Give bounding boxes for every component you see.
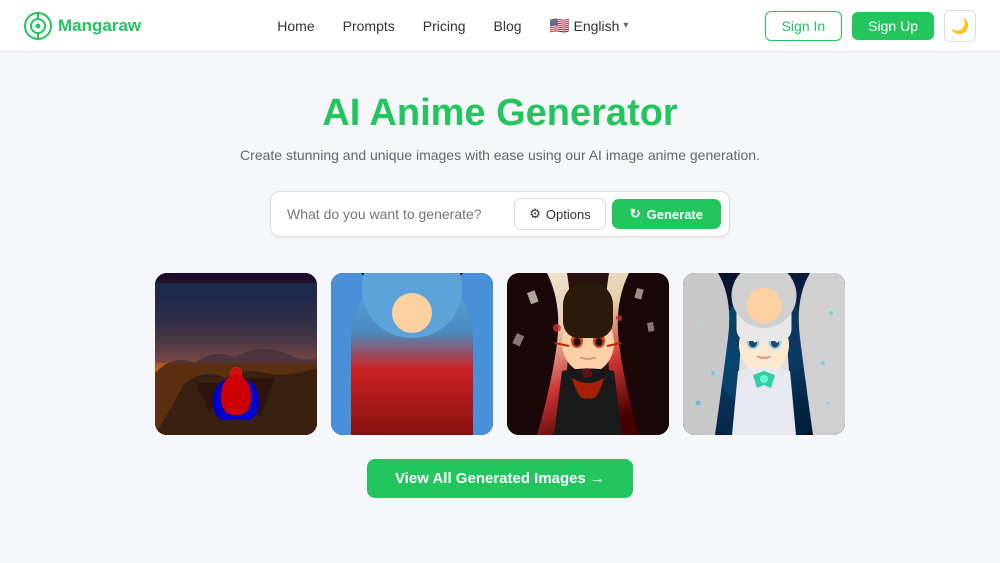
theme-toggle-button[interactable]: 🌙 bbox=[944, 10, 976, 42]
logo[interactable]: Mangaraw bbox=[24, 12, 141, 40]
logo-text: Mangaraw bbox=[58, 16, 141, 36]
signup-button[interactable]: Sign Up bbox=[852, 12, 934, 40]
refresh-icon: ↻ bbox=[630, 206, 641, 222]
language-selector[interactable]: 🇺🇸 English ▾ bbox=[550, 16, 629, 36]
gallery-image-4[interactable] bbox=[683, 273, 845, 435]
nav-prompts[interactable]: Prompts bbox=[343, 18, 395, 34]
nav-pricing[interactable]: Pricing bbox=[423, 18, 466, 34]
chevron-down-icon: ▾ bbox=[623, 20, 628, 31]
options-button[interactable]: ⚙ Options bbox=[514, 198, 605, 230]
language-label: English bbox=[574, 18, 620, 34]
image-gallery bbox=[155, 273, 845, 435]
generate-button[interactable]: ↻ Generate bbox=[612, 199, 721, 229]
header-actions: Sign In Sign Up 🌙 bbox=[765, 10, 976, 42]
signin-button[interactable]: Sign In bbox=[765, 11, 843, 41]
moon-icon: 🌙 bbox=[951, 17, 970, 35]
generate-label: Generate bbox=[647, 207, 703, 222]
main-content: AI Anime Generator Create stunning and u… bbox=[0, 52, 1000, 498]
flag-icon: 🇺🇸 bbox=[550, 16, 570, 36]
main-nav: Home Prompts Pricing Blog 🇺🇸 English ▾ bbox=[277, 16, 628, 36]
header: Mangaraw Home Prompts Pricing Blog 🇺🇸 En… bbox=[0, 0, 1000, 52]
hero-title: AI Anime Generator bbox=[322, 92, 677, 135]
prompt-input[interactable] bbox=[279, 200, 514, 228]
nav-blog[interactable]: Blog bbox=[494, 18, 522, 34]
view-all-label: View All Generated Images → bbox=[395, 470, 605, 487]
hero-subtitle: Create stunning and unique images with e… bbox=[240, 147, 760, 163]
gallery-image-3[interactable] bbox=[507, 273, 669, 435]
gear-icon: ⚙ bbox=[529, 206, 541, 222]
nav-home[interactable]: Home bbox=[277, 18, 314, 34]
gallery-image-2[interactable] bbox=[331, 273, 493, 435]
gallery-image-1[interactable] bbox=[155, 273, 317, 435]
generator-row: ⚙ Options ↻ Generate bbox=[270, 191, 730, 237]
options-label: Options bbox=[546, 207, 591, 222]
view-all-button[interactable]: View All Generated Images → bbox=[367, 459, 633, 498]
